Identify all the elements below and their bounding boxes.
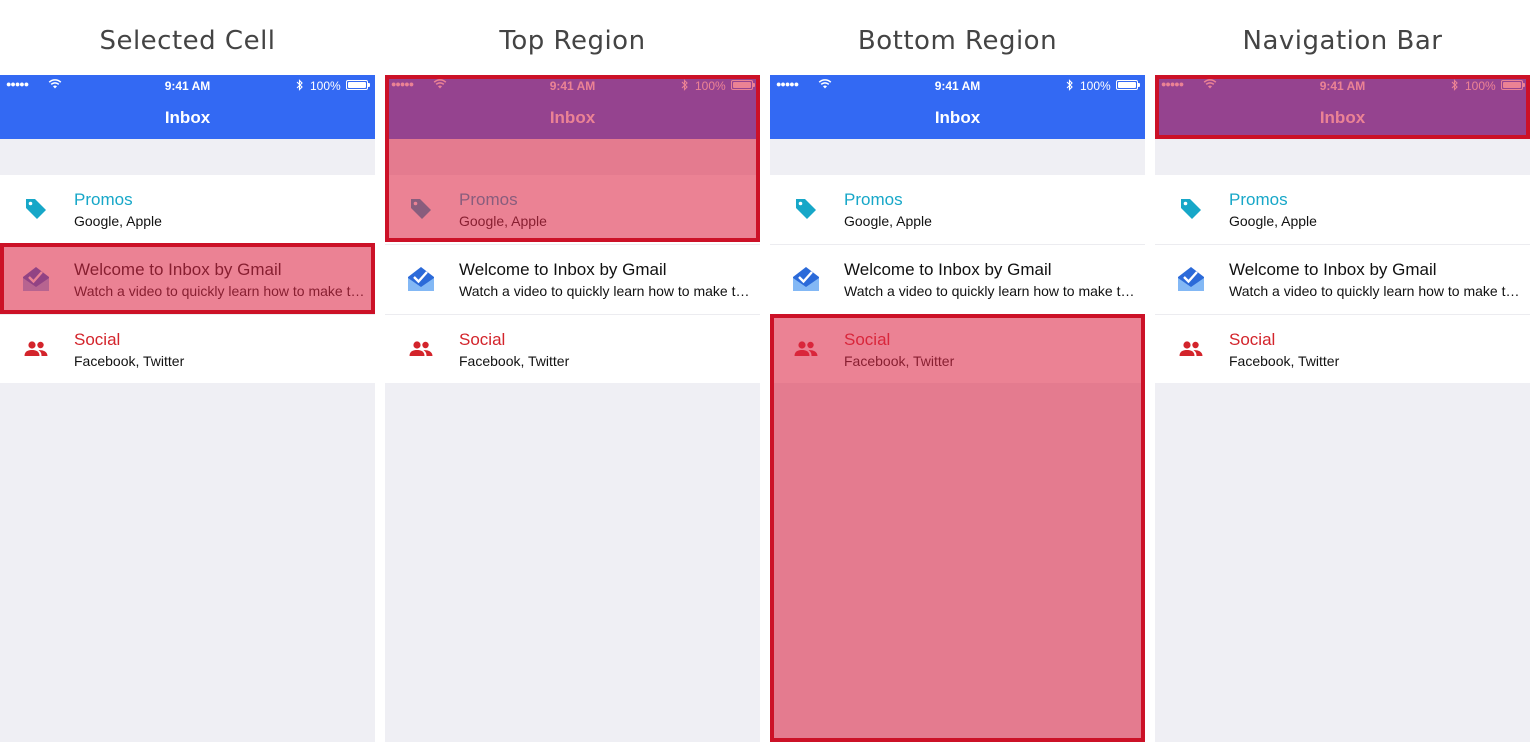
promos-cell[interactable]: Promos Google, Apple <box>0 175 375 244</box>
status-bar: ●●●●● 9:41 AM 100% <box>0 75 375 95</box>
nav-title: Inbox <box>934 108 981 127</box>
status-bar: ●●●●● 9:41 AM 100% <box>770 75 1145 95</box>
tag-icon <box>22 195 50 223</box>
panel-bottom-region: Bottom Region ●●●●● 9:41 AM 100% Inbox P… <box>770 0 1145 742</box>
cell-title: Social <box>1229 330 1276 349</box>
cell-subtitle: Google, Apple <box>844 213 932 229</box>
social-cell[interactable]: Social Facebook, Twitter <box>385 315 760 384</box>
panel-selected-cell: Selected Cell ●●●●● 9:41 AM 100% Inbox P… <box>0 0 375 742</box>
cell-subtitle: Facebook, Twitter <box>459 353 570 369</box>
inbox-envelope-icon <box>1177 265 1205 293</box>
navigation-bar: ●●●●● 9:41 AM 100% Inbox <box>770 75 1145 139</box>
tag-icon <box>1177 195 1205 223</box>
cell-subtitle: Watch a video to quickly learn how to ma… <box>1229 283 1520 299</box>
panel-top-region: Top Region ●●●●● 9:41 AM 100% Inbox <box>385 0 760 742</box>
phone-screen: ●●●●● 9:41 AM 100% Inbox Promos Google, … <box>1155 75 1530 742</box>
promos-cell[interactable]: Promos Google, Apple <box>770 175 1145 244</box>
welcome-cell[interactable]: Welcome to Inbox by Gmail Watch a video … <box>1155 245 1530 314</box>
battery-percent: 100% <box>310 79 341 93</box>
navigation-bar: ●●●●● 9:41 AM 100% Inbox <box>0 75 375 139</box>
people-icon <box>1177 335 1205 363</box>
welcome-cell[interactable]: Welcome to Inbox by Gmail Watch a video … <box>770 245 1145 314</box>
welcome-cell[interactable]: Welcome to Inbox by Gmail Watch a video … <box>385 245 760 314</box>
promos-cell[interactable]: Promos Google, Apple <box>1155 175 1530 244</box>
cell-subtitle: Facebook, Twitter <box>1229 353 1340 369</box>
highlight-overlay <box>1155 75 1530 139</box>
cell-subtitle: Watch a video to quickly learn how to ma… <box>459 283 750 299</box>
social-cell[interactable]: Social Facebook, Twitter <box>0 315 375 384</box>
panel-navigation-bar: Navigation Bar ●●●●● 9:41 AM 100% Inbox <box>1155 0 1530 742</box>
cell-title: Promos <box>844 190 903 209</box>
panel-title: Navigation Bar <box>1242 26 1443 56</box>
people-icon <box>407 335 435 363</box>
nav-title: Inbox <box>164 108 211 127</box>
battery-percent: 100% <box>1080 79 1111 93</box>
inbox-envelope-icon <box>792 265 820 293</box>
battery-icon <box>1116 80 1140 90</box>
highlight-overlay <box>0 243 375 314</box>
cell-title: Welcome to Inbox by Gmail <box>459 260 667 279</box>
cell-title: Social <box>74 330 121 349</box>
tag-icon <box>792 195 820 223</box>
cell-title: Welcome to Inbox by Gmail <box>844 260 1052 279</box>
panel-title: Top Region <box>499 26 646 56</box>
highlight-overlay <box>770 314 1145 742</box>
panel-title: Bottom Region <box>857 26 1058 56</box>
inbox-list: Promos Google, Apple Welcome to Inbox by… <box>1155 175 1530 383</box>
inbox-envelope-icon <box>407 265 435 293</box>
highlight-overlay <box>385 75 760 242</box>
people-icon <box>22 335 50 363</box>
cell-title: Social <box>459 330 506 349</box>
panel-title: Selected Cell <box>99 26 276 56</box>
cell-subtitle: Watch a video to quickly learn how to ma… <box>844 283 1135 299</box>
bluetooth-icon <box>296 79 304 94</box>
cell-subtitle: Google, Apple <box>74 213 162 229</box>
cell-title: Welcome to Inbox by Gmail <box>1229 260 1437 279</box>
phone-screen: ●●●●● 9:41 AM 100% Inbox Promos Google, … <box>0 75 375 742</box>
bluetooth-icon <box>1066 79 1074 94</box>
cell-title: Promos <box>1229 190 1288 209</box>
social-cell[interactable]: Social Facebook, Twitter <box>1155 315 1530 384</box>
cell-subtitle: Google, Apple <box>1229 213 1317 229</box>
battery-icon <box>346 80 370 90</box>
cell-title: Promos <box>74 190 133 209</box>
cell-subtitle: Facebook, Twitter <box>74 353 185 369</box>
